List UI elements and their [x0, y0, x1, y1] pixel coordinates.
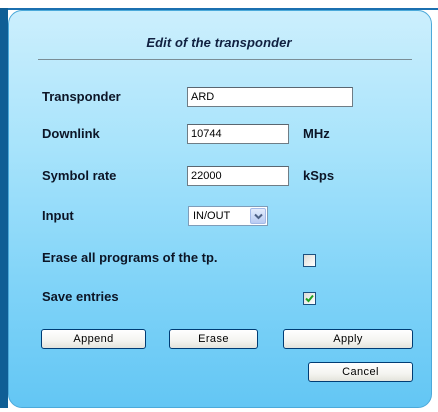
save-entries-label: Save entries [42, 289, 119, 304]
window-frame: Edit of the transponder Transponder Down… [0, 0, 438, 412]
symbol-rate-input[interactable] [187, 166, 289, 186]
save-entries-checkbox[interactable] [303, 292, 316, 305]
input-select[interactable]: IN/OUT [188, 206, 268, 226]
transponder-input[interactable] [187, 87, 353, 107]
apply-button[interactable]: Apply [283, 329, 413, 349]
cancel-button[interactable]: Cancel [308, 362, 413, 382]
erase-button[interactable]: Erase [169, 329, 258, 349]
downlink-input[interactable] [187, 124, 289, 144]
downlink-label: Downlink [42, 126, 100, 141]
title-divider [38, 59, 412, 60]
erase-all-checkbox[interactable] [303, 254, 316, 267]
transponder-label: Transponder [42, 89, 121, 104]
dialog-title: Edit of the transponder [146, 35, 292, 50]
symbol-rate-unit: kSps [303, 168, 335, 183]
append-button[interactable]: Append [41, 329, 146, 349]
checkmark-icon [305, 294, 314, 303]
symbol-rate-label: Symbol rate [42, 168, 117, 183]
downlink-unit: MHz [303, 126, 330, 141]
input-select-value: IN/OUT [193, 210, 231, 222]
input-label: Input [42, 208, 74, 223]
erase-all-label: Erase all programs of the tp. [42, 250, 218, 265]
chevron-down-icon[interactable] [250, 208, 266, 224]
window-left-border [0, 8, 8, 408]
